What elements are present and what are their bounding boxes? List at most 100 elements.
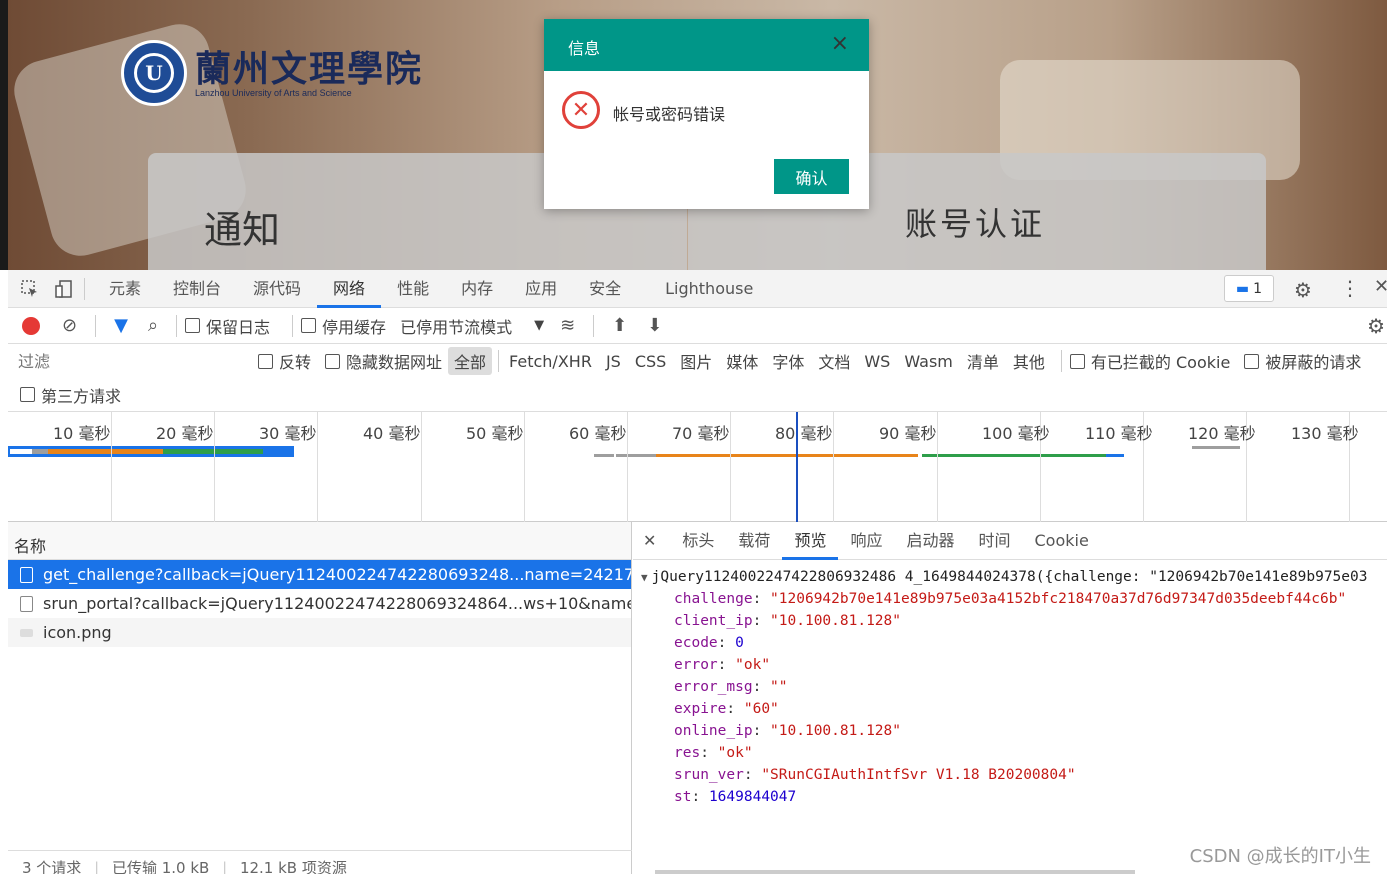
tab-performance[interactable]: 性能	[381, 270, 445, 308]
chevron-down-icon[interactable]: ▼	[534, 318, 544, 333]
json-value: "ok"	[717, 745, 753, 761]
gear-icon[interactable]: ⚙	[1294, 278, 1312, 302]
tab-network[interactable]: 网络	[317, 270, 382, 308]
timing-bar	[163, 449, 263, 454]
filter-bar: 反转 隐藏数据网址 全部 Fetch/XHR JS CSS 图片 媒体 字体 文…	[8, 344, 1387, 378]
transferred-size: 已传输 1.0 kB	[111, 859, 210, 874]
request-count: 3 个请求	[22, 859, 82, 874]
invert-checkbox[interactable]: 反转	[258, 349, 311, 373]
checkbox[interactable]	[1244, 353, 1260, 369]
filter-input[interactable]	[12, 348, 240, 374]
third-party-checkbox[interactable]: 第三方请求	[20, 383, 121, 407]
json-preview[interactable]: ▼ jQuery1124002247422806932486 4_16498440…	[633, 560, 1387, 808]
more-menu-icon[interactable]: ⋮	[1340, 276, 1360, 300]
error-icon: ✕	[562, 91, 600, 129]
checkbox[interactable]	[301, 318, 317, 333]
checkbox[interactable]	[1069, 353, 1085, 369]
clear-icon[interactable]: ⊘	[62, 315, 77, 336]
close-devtools-icon[interactable]: ✕	[1374, 276, 1387, 297]
tab-application[interactable]: 应用	[509, 270, 573, 308]
expand-triangle-icon[interactable]: ▼	[641, 571, 648, 584]
import-har-icon[interactable]: ⬆	[612, 315, 627, 336]
blocked-cookies-checkbox[interactable]: 有已拦截的 Cookie	[1069, 349, 1230, 373]
inspect-element-icon[interactable]	[18, 277, 42, 301]
timeline-tick-label: 60 毫秒	[569, 424, 627, 443]
dialog-body: ✕ 帐号或密码错误	[544, 71, 869, 151]
image-icon	[20, 628, 33, 637]
tab-response[interactable]: 响应	[838, 522, 894, 560]
tab-security[interactable]: 安全	[573, 270, 637, 308]
checkbox[interactable]	[20, 387, 35, 402]
record-button[interactable]	[22, 316, 40, 335]
issues-button[interactable]: ▬ 1	[1224, 275, 1274, 302]
timing-bar	[48, 449, 163, 454]
filter-type-js[interactable]: JS	[600, 350, 627, 373]
timeline-tick-label: 120 毫秒	[1188, 424, 1256, 443]
filter-icon[interactable]: ▼	[114, 315, 128, 336]
filter-type-img[interactable]: 图片	[674, 347, 718, 375]
json-field: srun_ver: "SRunCGIAuthIntfSvr V1.18 B202…	[674, 767, 1076, 783]
filter-type-wasm[interactable]: Wasm	[898, 350, 959, 373]
timeline-gridline	[937, 412, 938, 522]
tab-sources[interactable]: 源代码	[237, 270, 317, 308]
json-key: st	[674, 789, 692, 805]
checkbox[interactable]	[258, 353, 273, 369]
json-value: "60"	[743, 701, 779, 717]
tab-initiator[interactable]: 启动器	[894, 522, 966, 560]
tab-headers[interactable]: 标头	[670, 522, 726, 560]
tab-memory[interactable]: 内存	[445, 270, 509, 308]
timeline-gridline	[524, 412, 525, 522]
filter-type-media[interactable]: 媒体	[720, 347, 764, 375]
preserve-log-label: 保留日志	[206, 317, 271, 337]
json-key: ecode	[674, 635, 718, 651]
filter-type-css[interactable]: CSS	[629, 350, 672, 373]
close-detail-icon[interactable]: ✕	[643, 531, 656, 550]
timeline-gridline	[730, 412, 731, 522]
search-icon[interactable]: ⌕	[148, 315, 158, 336]
close-icon[interactable]: ×	[831, 33, 849, 55]
tab-lighthouse[interactable]: Lighthouse	[649, 270, 769, 308]
device-toolbar-icon[interactable]	[52, 277, 76, 301]
json-key: res	[674, 745, 701, 761]
network-settings-gear-icon[interactable]: ⚙	[1367, 314, 1385, 338]
request-detail-pane: ✕ 标头 载荷 预览 响应 启动器 时间 Cookie ▼ jQuery11240…	[633, 522, 1387, 874]
tab-elements[interactable]: 元素	[93, 270, 157, 308]
tab-timing[interactable]: 时间	[966, 522, 1022, 560]
confirm-button[interactable]: 确认	[774, 159, 849, 194]
export-har-icon[interactable]: ⬇	[647, 315, 662, 336]
filter-type-all[interactable]: 全部	[448, 347, 493, 375]
tab-cookies[interactable]: Cookie	[1023, 522, 1101, 560]
throttle-select[interactable]: 已停用节流模式	[400, 314, 512, 338]
filter-type-manifest[interactable]: 清单	[961, 347, 1005, 375]
preserve-log-checkbox[interactable]: 保留日志	[185, 314, 270, 338]
tab-payload[interactable]: 载荷	[726, 522, 782, 560]
request-row[interactable]: srun_portal?callback=jQuery1124002247422…	[8, 589, 631, 618]
horizontal-scrollbar[interactable]	[655, 870, 1135, 874]
json-field: challenge: "1206942b70e141e89b975e03a415…	[674, 591, 1347, 607]
hide-data-urls-label: 隐藏数据网址	[346, 353, 443, 372]
filter-type-fetch-xhr[interactable]: Fetch/XHR	[503, 350, 598, 373]
request-name: get_challenge?callback=jQuery11240022474…	[43, 565, 631, 584]
filter-type-ws[interactable]: WS	[858, 350, 896, 373]
network-conditions-icon[interactable]: ≋	[560, 315, 575, 336]
request-row[interactable]: get_challenge?callback=jQuery11240022474…	[8, 560, 631, 589]
filter-type-other[interactable]: 其他	[1007, 347, 1051, 375]
preview-root[interactable]: ▼ jQuery1124002247422806932486 4_16498440…	[633, 566, 1387, 588]
detail-tabbar: ✕ 标头 载荷 预览 响应 启动器 时间 Cookie	[633, 522, 1387, 560]
checkbox[interactable]	[185, 318, 201, 333]
request-row[interactable]: icon.png	[8, 618, 631, 647]
json-key: srun_ver	[674, 767, 744, 783]
json-value: "10.100.81.128"	[770, 723, 901, 739]
timeline-tick-label: 10 毫秒	[53, 424, 111, 443]
third-party-bar: 第三方请求	[8, 378, 1387, 412]
tab-preview[interactable]: 预览	[782, 522, 839, 560]
disable-cache-checkbox[interactable]: 停用缓存	[301, 314, 386, 338]
hide-data-urls-checkbox[interactable]: 隐藏数据网址	[325, 349, 442, 373]
tab-console[interactable]: 控制台	[157, 270, 237, 308]
blocked-requests-checkbox[interactable]: 被屏蔽的请求	[1244, 349, 1361, 373]
filter-type-doc[interactable]: 文档	[812, 347, 856, 375]
name-column-header[interactable]: 名称	[8, 522, 631, 560]
network-overview-timeline[interactable]: 10 毫秒 20 毫秒 30 毫秒 40 毫秒 50 毫秒 60 毫秒 70 毫秒 80 毫秒…	[8, 412, 1387, 522]
checkbox[interactable]	[325, 353, 341, 369]
filter-type-font[interactable]: 字体	[766, 347, 810, 375]
